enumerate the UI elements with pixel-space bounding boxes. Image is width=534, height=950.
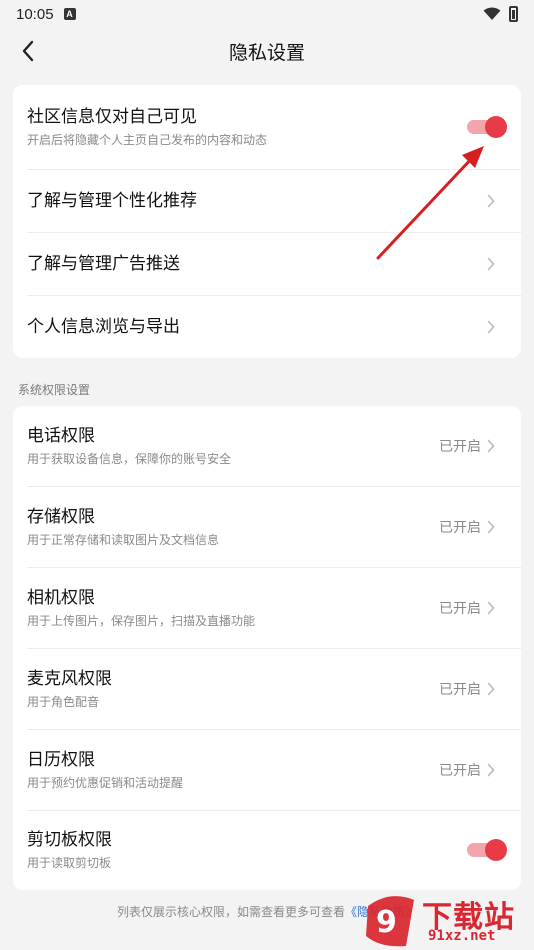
chevron-right-icon xyxy=(485,519,497,535)
row-label: 了解与管理个性化推荐 xyxy=(27,190,197,211)
row-calendar-permission[interactable]: 日历权限 用于预约优惠促销和活动提醒 已开启 xyxy=(13,729,521,810)
chevron-right-icon xyxy=(485,600,497,616)
row-description: 用于读取剪切板 xyxy=(27,856,112,870)
permissions-card: 电话权限 用于获取设备信息，保障你的账号安全 已开启 存储权限 用于正常存储和读… xyxy=(13,406,521,890)
back-button[interactable] xyxy=(16,38,40,64)
row-personalized-recommendation[interactable]: 了解与管理个性化推荐 xyxy=(13,169,521,232)
row-label: 电话权限 xyxy=(27,426,95,446)
chevron-left-icon xyxy=(22,40,34,62)
watermark-url: 91xz.net xyxy=(428,928,496,944)
status-icons xyxy=(483,6,518,22)
row-description: 用于正常存储和读取图片及文档信息 xyxy=(27,532,220,547)
row-label: 了解与管理广告推送 xyxy=(27,253,180,274)
row-label: 麦克风权限 xyxy=(27,668,112,689)
watermark-logo: 9 下载站 91xz.net xyxy=(360,888,534,950)
row-camera-permission[interactable]: 相机权限 用于上传图片，保存图片，扫描及直播功能 已开启 xyxy=(13,567,521,648)
chevron-right-icon xyxy=(485,319,497,335)
row-label: 日历权限 xyxy=(27,749,95,770)
community-visibility-toggle[interactable] xyxy=(467,116,507,138)
permission-status: 已开启 xyxy=(439,600,481,617)
chevron-right-icon xyxy=(485,762,497,778)
chevron-right-icon xyxy=(485,256,497,272)
clipboard-toggle[interactable] xyxy=(467,839,507,861)
row-description: 用于上传图片，保存图片，扫描及直播功能 xyxy=(27,613,256,628)
row-description: 开启后将隐藏个人主页自己发布的内容和动态 xyxy=(27,133,268,147)
row-label: 存储权限 xyxy=(27,506,95,527)
privacy-card: 社区信息仅对自己可见 开启后将隐藏个人主页自己发布的内容和动态 了解与管理个性化… xyxy=(13,85,521,358)
row-description: 用于获取设备信息，保障你的账号安全 xyxy=(27,452,232,466)
battery-icon xyxy=(509,6,518,22)
chevron-right-icon xyxy=(485,681,497,697)
row-label: 剪切板权限 xyxy=(27,830,112,850)
row-phone-permission[interactable]: 电话权限 用于获取设备信息，保障你的账号安全 已开启 xyxy=(13,406,521,486)
status-time: 10:05 xyxy=(16,5,54,23)
row-personal-info-export[interactable]: 个人信息浏览与导出 xyxy=(13,295,521,358)
row-clipboard-permission[interactable]: 剪切板权限 用于读取剪切板 xyxy=(13,810,521,890)
row-ad-push[interactable]: 了解与管理广告推送 xyxy=(13,232,521,295)
permission-status: 已开启 xyxy=(439,439,481,455)
footer-text: 列表仅展示核心权限，如需查看更多可查看 xyxy=(116,905,345,919)
section-label-system-permissions: 系统权限设置 xyxy=(18,383,91,397)
status-bar: 10:05 A xyxy=(0,0,534,28)
permission-status: 已开启 xyxy=(439,519,481,536)
wifi-icon xyxy=(483,7,501,20)
row-label: 个人信息浏览与导出 xyxy=(27,316,180,337)
row-description: 用于预约优惠促销和活动提醒 xyxy=(27,775,184,790)
svg-text:9: 9 xyxy=(376,905,397,940)
row-label: 相机权限 xyxy=(27,587,95,608)
row-microphone-permission[interactable]: 麦克风权限 用于角色配音 已开启 xyxy=(13,648,521,729)
notification-icon: A xyxy=(63,8,76,20)
row-storage-permission[interactable]: 存储权限 用于正常存储和读取图片及文档信息 已开启 xyxy=(13,486,521,567)
chevron-right-icon xyxy=(485,193,497,209)
row-community-visibility[interactable]: 社区信息仅对自己可见 开启后将隐藏个人主页自己发布的内容和动态 xyxy=(13,85,521,169)
page-title: 隐私设置 xyxy=(228,41,305,64)
row-label: 社区信息仅对自己可见 xyxy=(27,107,197,127)
permission-status: 已开启 xyxy=(439,762,481,779)
watermark-badge-icon: 9 xyxy=(366,896,414,947)
permission-status: 已开启 xyxy=(439,681,481,698)
row-description: 用于角色配音 xyxy=(27,694,100,709)
chevron-right-icon xyxy=(485,438,497,454)
top-app-bar: 隐私设置 xyxy=(0,28,534,74)
